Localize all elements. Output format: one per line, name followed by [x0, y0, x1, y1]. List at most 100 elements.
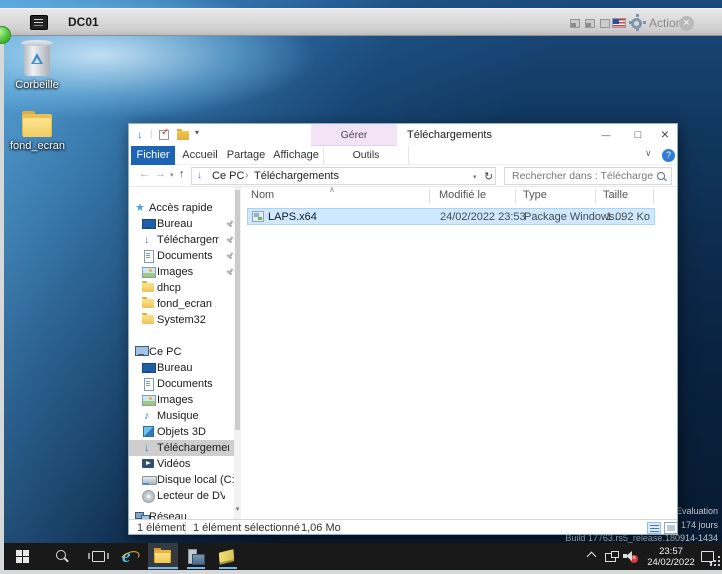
desktop-icon-recycle-bin[interactable]: Corbeille — [8, 40, 66, 91]
sidebar-item-pc-bureau[interactable]: Bureau — [129, 360, 241, 376]
sidebar-item-acces-rapide[interactable]: Accès rapide — [129, 200, 241, 216]
address-dropdown-icon[interactable] — [473, 173, 477, 181]
column-divider[interactable] — [515, 189, 516, 203]
address-bar[interactable]: Ce PC Téléchargements — [191, 167, 496, 185]
close-button[interactable] — [650, 124, 680, 145]
internet-explorer-icon: e — [122, 546, 131, 567]
sidebar-item-system32[interactable]: System32 — [129, 312, 241, 328]
sidebar-item-telechargements[interactable]: Téléchargements — [129, 232, 241, 248]
up-icon[interactable] — [179, 168, 185, 180]
server-manager-button[interactable] — [182, 543, 210, 570]
pictures-icon — [142, 267, 156, 279]
sidebar-item-pc-images[interactable]: Images — [129, 392, 241, 408]
back-icon[interactable] — [139, 168, 150, 180]
folder-icon — [142, 281, 155, 295]
column-divider[interactable] — [429, 189, 430, 203]
sidebar-item-pc-documents[interactable]: Documents — [129, 376, 241, 392]
sidebar-item-dhcp[interactable]: dhcp — [129, 280, 241, 296]
sidebar-item-bureau[interactable]: Bureau — [129, 216, 241, 232]
tab-fichier[interactable]: Fichier — [131, 146, 175, 165]
sidebar-item-pc-dvd[interactable]: Lecteur de DVD — [129, 488, 241, 504]
search-icon[interactable] — [657, 172, 667, 182]
ribbon-collapse-icon[interactable] — [645, 148, 652, 159]
sidebar-item-pc-telechargements[interactable]: Téléchargements — [129, 440, 234, 456]
keyboard-layout-flag-icon[interactable] — [612, 18, 626, 28]
sidebar-item-documents[interactable]: Documents — [129, 248, 241, 264]
action-center-button[interactable] — [700, 543, 718, 570]
column-header-taille[interactable]: Taille — [603, 189, 628, 201]
file-row-laps-x64[interactable]: LAPS.x64 24/02/2022 23:53 Package Window… — [247, 208, 655, 225]
properties-icon[interactable] — [159, 127, 169, 140]
taskbar-clock[interactable]: 23:57 24/02/2022 — [643, 546, 699, 568]
action-center-icon — [701, 551, 714, 565]
details-view-icon[interactable] — [647, 522, 661, 534]
breadcrumb-telechargements[interactable]: Téléchargements — [254, 170, 339, 182]
volume-tray-button[interactable] — [622, 543, 640, 570]
sidebar-item-images[interactable]: Images — [129, 264, 241, 280]
sort-ascending-icon — [329, 185, 335, 194]
tab-affichage[interactable]: Affichage — [271, 146, 321, 165]
help-icon[interactable] — [662, 149, 675, 162]
breadcrumb-ce-pc[interactable]: Ce PC — [212, 170, 244, 182]
column-header-type[interactable]: Type — [523, 189, 547, 201]
console-window-control-icon[interactable] — [600, 19, 610, 28]
sidebar-item-pc-disque-c[interactable]: Disque local (C:) — [129, 472, 241, 488]
selection-count: 1 élément sélectionné — [193, 522, 301, 534]
column-divider[interactable] — [653, 189, 654, 203]
sidebar-item-pc-musique[interactable]: Musique — [129, 408, 241, 424]
documents-icon — [142, 378, 155, 391]
customize-quick-access-icon[interactable] — [195, 128, 199, 137]
column-header-modifie-le[interactable]: Modifié le — [439, 189, 486, 201]
quick-access-downloads-icon[interactable] — [137, 129, 143, 141]
column-header-nom[interactable]: Nom — [251, 189, 274, 201]
file-explorer-button[interactable] — [148, 543, 178, 570]
sidebar-item-fond-ecran[interactable]: fond_ecran — [129, 296, 241, 312]
scrollbar-thumb[interactable] — [235, 190, 240, 430]
taskbar: e 23:57 24/02/2022 — [4, 543, 722, 570]
start-button[interactable] — [16, 543, 40, 570]
sidebar-item-pc-objets-3d[interactable]: Objets 3D — [129, 424, 241, 440]
minimize-button[interactable] — [591, 124, 621, 145]
sidebar-item-reseau[interactable]: Réseau — [129, 509, 241, 519]
resize-grip[interactable] — [718, 564, 720, 566]
column-divider[interactable] — [595, 189, 596, 203]
new-folder-icon[interactable] — [177, 129, 189, 140]
console-window-control-icon[interactable] — [585, 19, 595, 28]
search-input[interactable] — [510, 169, 656, 183]
console-window-control-icon[interactable] — [570, 19, 580, 28]
file-name: LAPS.x64 — [268, 211, 317, 223]
status-divider — [185, 522, 186, 534]
gear-icon[interactable] — [631, 14, 642, 29]
desktop-icon-fond-ecran[interactable]: fond_ecran — [10, 111, 65, 152]
console-bottom-border — [0, 570, 722, 574]
thumbnails-view-icon[interactable] — [664, 522, 678, 534]
network-tray-button[interactable] — [604, 543, 622, 570]
maximize-button[interactable] — [623, 124, 653, 145]
task-view-icon — [88, 551, 109, 562]
sidebar-item-pc-videos[interactable]: Vidéos — [129, 456, 241, 472]
navigation-scrollbar[interactable] — [234, 187, 241, 519]
recent-locations-icon[interactable] — [170, 171, 174, 179]
running-indicator — [187, 567, 205, 569]
taskbar-search-button[interactable] — [56, 543, 80, 570]
tab-outils-application[interactable]: Outils d'application — [323, 146, 409, 180]
app-yellow-book-button[interactable] — [214, 543, 242, 570]
sidebar-item-ce-pc[interactable]: Ce PC — [129, 344, 241, 360]
refresh-icon[interactable] — [484, 170, 493, 183]
file-explorer-icon — [154, 548, 171, 563]
task-view-button[interactable] — [88, 543, 116, 570]
internet-explorer-button[interactable]: e — [120, 543, 146, 570]
tab-accueil[interactable]: Accueil — [179, 146, 221, 165]
tray-overflow-button[interactable] — [586, 543, 602, 570]
console-close-icon[interactable]: × — [679, 16, 694, 31]
clock-time: 23:57 — [659, 546, 683, 557]
vm-console-screen: DC01 Actions × Corbeille fond_ecran Eval… — [0, 0, 722, 574]
breadcrumb-separator — [245, 170, 248, 181]
tab-partage[interactable]: Partage — [225, 146, 267, 165]
running-indicator — [148, 567, 178, 569]
forward-icon[interactable] — [155, 168, 166, 180]
clock-date: 24/02/2022 — [647, 557, 695, 568]
search-box[interactable] — [504, 167, 672, 185]
search-icon — [56, 550, 69, 563]
scrollbar-down-icon[interactable] — [234, 505, 241, 513]
